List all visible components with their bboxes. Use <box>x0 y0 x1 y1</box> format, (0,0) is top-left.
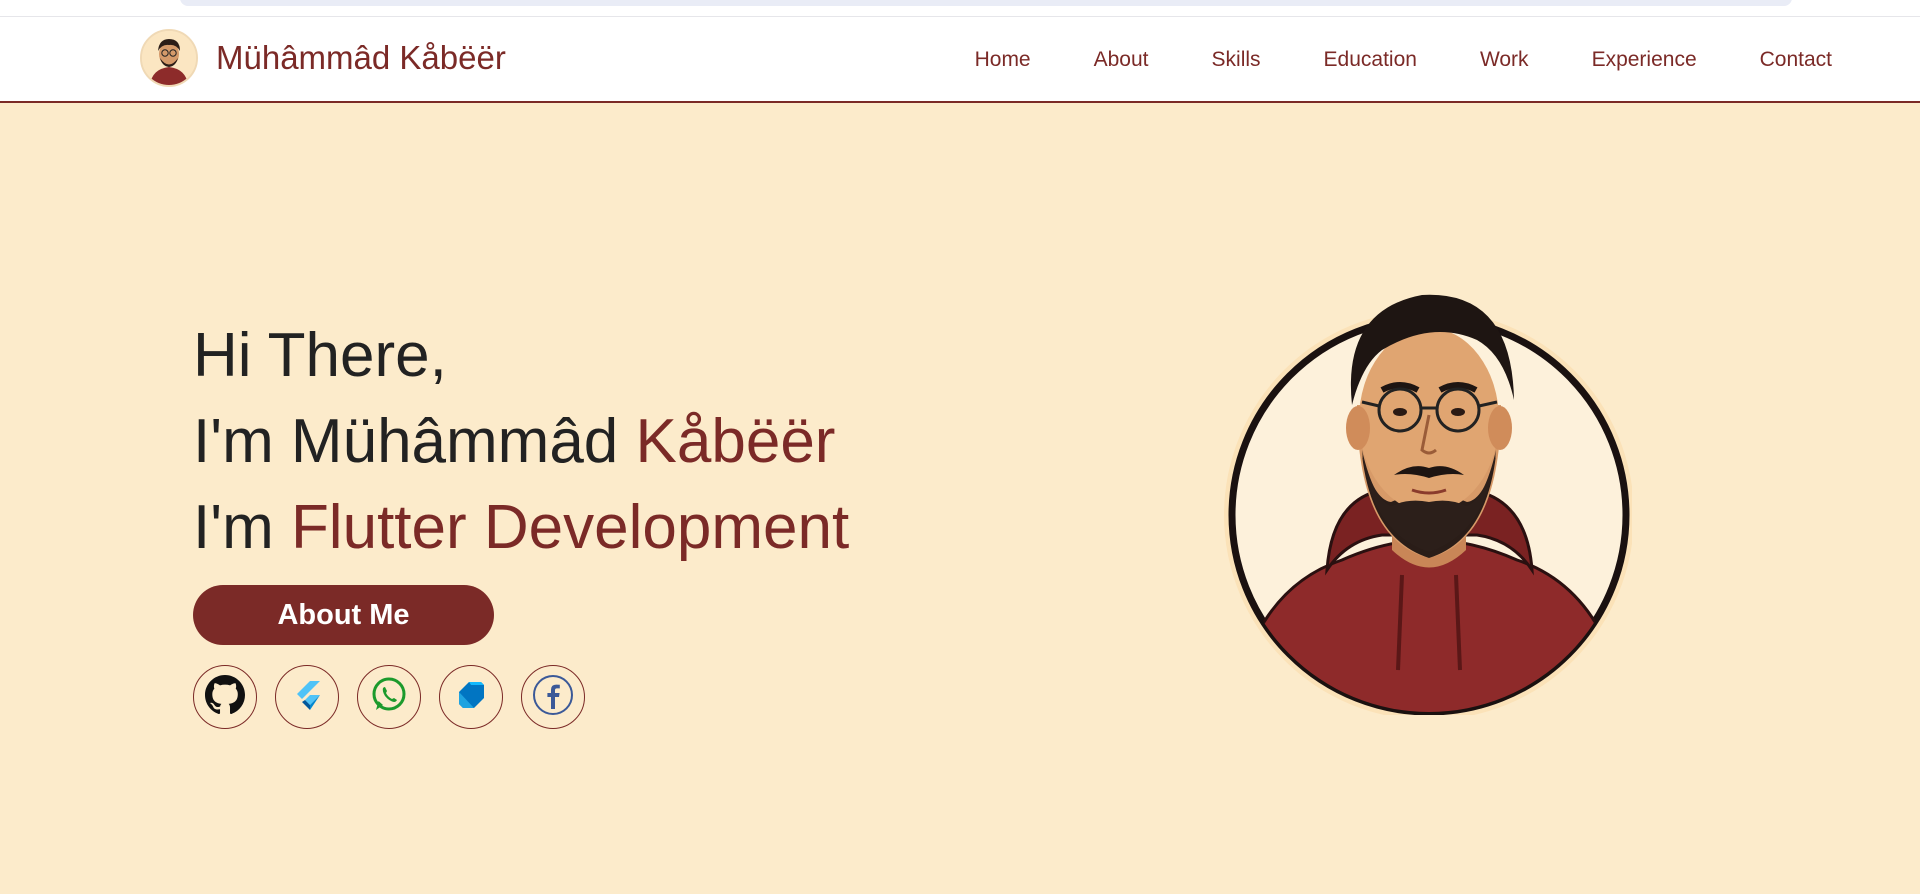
profile-portrait <box>1222 240 1634 720</box>
hero-intro: I'm Mühâmmâd Kåbëër <box>193 399 849 485</box>
hero-intro-prefix: I'm Mühâmmâd <box>193 407 636 476</box>
nav-work[interactable]: Work <box>1480 48 1529 72</box>
facebook-link[interactable] <box>521 665 585 729</box>
whatsapp-icon <box>369 675 409 720</box>
dart-icon <box>454 678 488 717</box>
nav-home[interactable]: Home <box>975 48 1031 72</box>
hero-section: Hi There, I'm Mühâmmâd Kåbëër I'm Flutte… <box>0 103 1920 894</box>
hero-greeting: Hi There, <box>193 321 447 390</box>
brand[interactable]: Mühâmmâd Kåbëër <box>140 29 506 87</box>
hero-role-accent: Flutter Development <box>290 493 850 562</box>
flutter-icon <box>293 679 321 716</box>
browser-top-strip <box>0 0 1920 17</box>
main-nav: Home About Skills Education Work Experie… <box>975 17 1832 103</box>
flutter-link[interactable] <box>275 665 339 729</box>
github-icon <box>205 674 245 720</box>
facebook-icon <box>531 673 575 722</box>
nav-contact[interactable]: Contact <box>1760 48 1832 72</box>
github-link[interactable] <box>193 665 257 729</box>
social-links <box>193 665 603 729</box>
hero-text: Hi There, I'm Mühâmmâd Kåbëër I'm Flutte… <box>193 313 849 571</box>
hero-role-prefix: I'm <box>193 493 291 562</box>
brand-avatar <box>140 29 198 87</box>
nav-experience[interactable]: Experience <box>1592 48 1697 72</box>
whatsapp-link[interactable] <box>357 665 421 729</box>
about-me-button[interactable]: About Me <box>193 585 494 645</box>
address-bar-edge <box>180 0 1792 6</box>
dart-link[interactable] <box>439 665 503 729</box>
site-header: Mühâmmâd Kåbëër Home About Skills Educat… <box>0 17 1920 103</box>
hero-role: I'm Flutter Development <box>193 485 849 571</box>
brand-name: Mühâmmâd Kåbëër <box>216 39 506 76</box>
nav-about[interactable]: About <box>1094 48 1149 72</box>
nav-skills[interactable]: Skills <box>1212 48 1261 72</box>
hero-name-accent: Kåbëër <box>635 407 836 476</box>
nav-education[interactable]: Education <box>1324 48 1417 72</box>
